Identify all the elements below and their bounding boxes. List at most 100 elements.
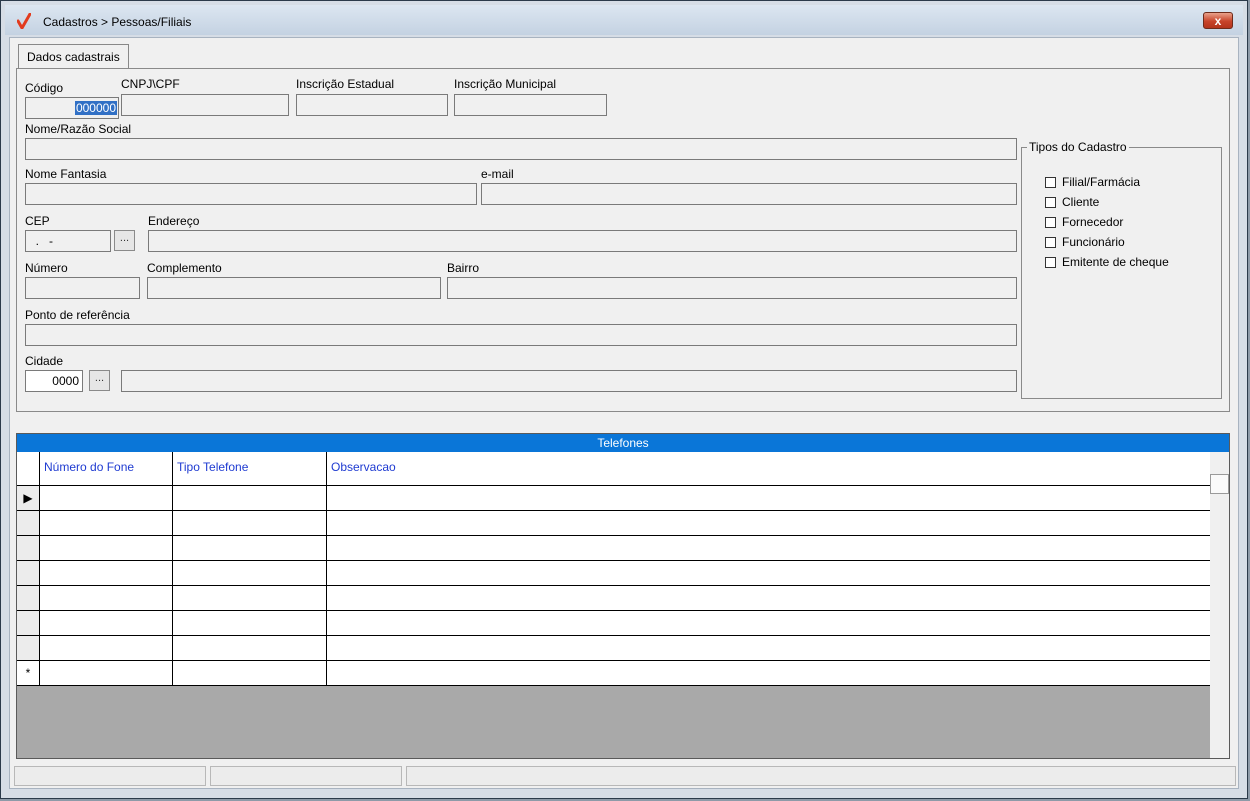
- table-row[interactable]: [17, 636, 1211, 661]
- cell-numero-fone[interactable]: [40, 636, 173, 660]
- cell-observacao[interactable]: [327, 486, 1211, 510]
- cell-observacao[interactable]: [327, 586, 1211, 610]
- checkbox-box[interactable]: [1045, 256, 1056, 268]
- complemento-label: Complemento: [147, 261, 222, 275]
- telefones-grid[interactable]: Telefones Número do Fone Tipo Telefone O…: [16, 433, 1230, 759]
- close-button[interactable]: x: [1203, 12, 1233, 29]
- cell-tipo-telefone[interactable]: [173, 486, 327, 510]
- inscricao-municipal-label: Inscrição Municipal: [454, 77, 557, 91]
- status-panel: [14, 766, 206, 786]
- cell-numero-fone[interactable]: [40, 486, 173, 510]
- checkbox-box[interactable]: [1045, 196, 1056, 208]
- telefones-caption: Telefones: [17, 434, 1229, 452]
- numero-label: Número: [25, 261, 68, 275]
- tipos-cadastro-title: Tipos do Cadastro: [1027, 140, 1129, 154]
- new-row[interactable]: *: [17, 661, 1211, 686]
- cell-tipo-telefone[interactable]: [173, 636, 327, 660]
- checkbox-fornecedor[interactable]: Fornecedor: [1045, 214, 1123, 230]
- checkbox-box[interactable]: [1045, 176, 1056, 188]
- checkbox-label: Filial/Farmácia: [1062, 175, 1141, 189]
- checkbox-filial-farmacia[interactable]: Filial/Farmácia: [1045, 174, 1140, 190]
- nome-label: Nome/Razão Social: [25, 122, 132, 136]
- checkbox-emitente-cheque[interactable]: Emitente de cheque: [1045, 254, 1169, 270]
- form-panel: Código 000000 CNPJ\CPF Inscrição Estadua…: [16, 68, 1230, 412]
- checkbox-box[interactable]: [1045, 216, 1056, 228]
- nome-fantasia-field[interactable]: [25, 183, 477, 205]
- endereco-field[interactable]: [148, 230, 1017, 252]
- cell-tipo-telefone[interactable]: [173, 511, 327, 535]
- checkbox-label: Cliente: [1062, 195, 1100, 209]
- nome-fantasia-label: Nome Fantasia: [25, 167, 107, 181]
- cell-observacao[interactable]: [327, 636, 1211, 660]
- codigo-field[interactable]: 000000: [25, 97, 119, 119]
- cell-observacao[interactable]: [327, 611, 1211, 635]
- checkbox-label: Funcionário: [1062, 235, 1125, 249]
- cell-tipo-telefone[interactable]: [173, 586, 327, 610]
- cell-tipo-telefone[interactable]: [173, 536, 327, 560]
- scrollbar-thumb[interactable]: [1210, 474, 1229, 494]
- title-bar[interactable]: Cadastros > Pessoas/Filiais x: [5, 5, 1243, 35]
- cell-observacao[interactable]: [327, 661, 1211, 685]
- email-field[interactable]: [481, 183, 1017, 205]
- checkbox-box[interactable]: [1045, 236, 1056, 248]
- cell-tipo-telefone[interactable]: [173, 661, 327, 685]
- row-indicator: [17, 586, 40, 610]
- cep-lookup-button[interactable]: ...: [114, 230, 135, 251]
- column-header-numero-fone[interactable]: Número do Fone: [40, 452, 173, 485]
- checkbox-label: Fornecedor: [1062, 215, 1124, 229]
- table-row[interactable]: [17, 561, 1211, 586]
- cell-numero-fone[interactable]: [40, 561, 173, 585]
- ponto-referencia-label: Ponto de referência: [25, 308, 130, 322]
- column-header-tipo-telefone[interactable]: Tipo Telefone: [173, 452, 327, 485]
- bairro-field[interactable]: [447, 277, 1017, 299]
- inscricao-estadual-field[interactable]: [296, 94, 448, 116]
- cidade-code-field[interactable]: 0000: [25, 370, 83, 392]
- row-indicator: [17, 611, 40, 635]
- table-row[interactable]: ▶: [17, 486, 1211, 511]
- tab-dados-cadastrais[interactable]: Dados cadastrais: [18, 44, 129, 68]
- window-client: Dados cadastrais Código 000000 CNPJ\CPF …: [9, 37, 1239, 789]
- cell-numero-fone[interactable]: [40, 611, 173, 635]
- checkbox-cliente[interactable]: Cliente: [1045, 194, 1099, 210]
- row-indicator: ▶: [17, 486, 40, 510]
- cell-observacao[interactable]: [327, 561, 1211, 585]
- checkmark-logo-icon: [17, 13, 31, 29]
- checkbox-funcionario[interactable]: Funcionário: [1045, 234, 1125, 250]
- cell-observacao[interactable]: [327, 536, 1211, 560]
- status-panel: [406, 766, 1236, 786]
- endereco-label: Endereço: [148, 214, 200, 228]
- cell-numero-fone[interactable]: [40, 661, 173, 685]
- row-indicator: [17, 636, 40, 660]
- table-row[interactable]: [17, 511, 1211, 536]
- cep-field[interactable]: . -: [25, 230, 111, 252]
- vertical-scrollbar[interactable]: [1210, 452, 1229, 758]
- row-indicator: [17, 511, 40, 535]
- cidade-name-field[interactable]: [121, 370, 1017, 392]
- row-indicator: [17, 561, 40, 585]
- table-row[interactable]: [17, 536, 1211, 561]
- column-header-observacao[interactable]: Observacao: [327, 452, 1211, 485]
- email-label: e-mail: [481, 167, 514, 181]
- cell-numero-fone[interactable]: [40, 536, 173, 560]
- numero-field[interactable]: [25, 277, 140, 299]
- status-bar: [14, 766, 1236, 786]
- inscricao-municipal-field[interactable]: [454, 94, 607, 116]
- status-panel: [210, 766, 402, 786]
- table-row[interactable]: [17, 586, 1211, 611]
- complemento-field[interactable]: [147, 277, 441, 299]
- grid-header: Número do Fone Tipo Telefone Observacao: [17, 452, 1211, 486]
- row-indicator: [17, 536, 40, 560]
- cidade-label: Cidade: [25, 354, 64, 368]
- cell-numero-fone[interactable]: [40, 586, 173, 610]
- cnpj-field[interactable]: [121, 94, 289, 116]
- cell-numero-fone[interactable]: [40, 511, 173, 535]
- cell-tipo-telefone[interactable]: [173, 611, 327, 635]
- cidade-lookup-button[interactable]: ...: [89, 370, 110, 391]
- ponto-referencia-field[interactable]: [25, 324, 1017, 346]
- cell-tipo-telefone[interactable]: [173, 561, 327, 585]
- cell-observacao[interactable]: [327, 511, 1211, 535]
- codigo-value: 000000: [74, 101, 117, 115]
- inscricao-estadual-label: Inscrição Estadual: [296, 77, 395, 91]
- nome-field[interactable]: [25, 138, 1017, 160]
- table-row[interactable]: [17, 611, 1211, 636]
